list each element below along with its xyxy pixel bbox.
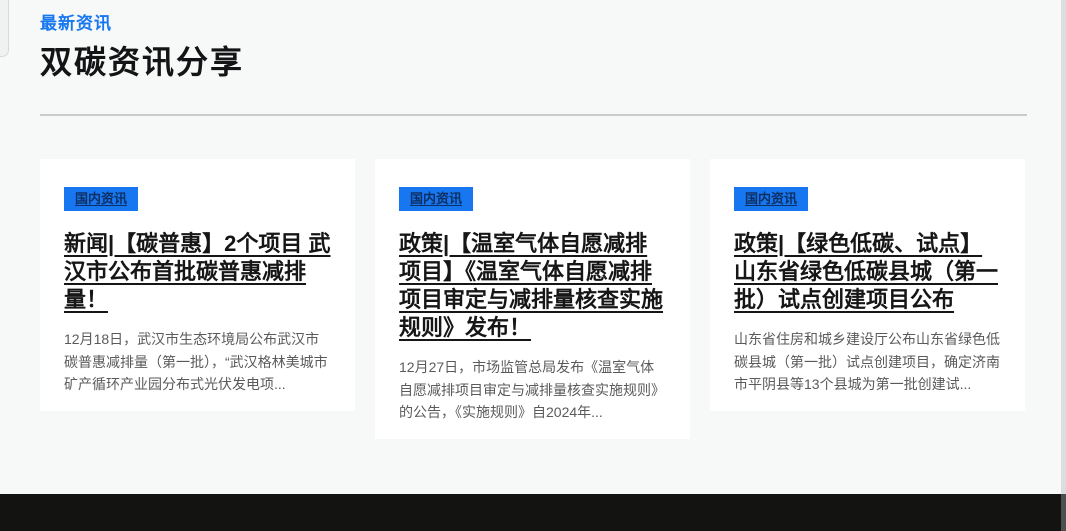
category-badge[interactable]: 国内资讯 [734, 187, 808, 211]
corner-scrollbar-artifact [0, 0, 9, 57]
article-excerpt: 山东省住房和城乡建设厅公布山东省绿色低碳县城（第一批）试点创建项目，确定济南市平… [734, 328, 1001, 396]
category-badge[interactable]: 国内资讯 [64, 187, 138, 211]
article-excerpt: 12月18日，武汉市生态环境局公布武汉市碳普惠减排量（第一批），“武汉格林美城市… [64, 328, 331, 396]
article-title-link[interactable]: 政策|【温室气体自愿减排项目】《温室气体自愿减排项目审定与减排量核查实施规则》发… [399, 230, 666, 342]
news-section-page: 最新资讯 双碳资讯分享 国内资讯 新闻|【碳普惠】2个项目 武汉市公布首批碳普惠… [0, 0, 1066, 531]
category-badge[interactable]: 国内资讯 [399, 187, 473, 211]
section-eyebrow: 最新资讯 [40, 0, 1027, 34]
vertical-scrollbar[interactable] [1061, 0, 1066, 531]
news-card-list: 国内资讯 新闻|【碳普惠】2个项目 武汉市公布首批碳普惠减排量！ 12月18日，… [40, 159, 1027, 439]
article-title-link[interactable]: 新闻|【碳普惠】2个项目 武汉市公布首批碳普惠减排量！ [64, 230, 331, 314]
footer-bar [0, 494, 1066, 531]
news-card[interactable]: 国内资讯 政策|【绿色低碳、试点】 山东省绿色低碳县城（第一批）试点创建项目公布… [710, 159, 1025, 411]
page-title: 双碳资讯分享 [40, 37, 1027, 83]
news-card[interactable]: 国内资讯 政策|【温室气体自愿减排项目】《温室气体自愿减排项目审定与减排量核查实… [375, 159, 690, 439]
article-title-link[interactable]: 政策|【绿色低碳、试点】 山东省绿色低碳县城（第一批）试点创建项目公布 [734, 230, 1001, 314]
news-card[interactable]: 国内资讯 新闻|【碳普惠】2个项目 武汉市公布首批碳普惠减排量！ 12月18日，… [40, 159, 355, 411]
article-excerpt: 12月27日，市场监管总局发布《温室气体自愿减排项目审定与减排量核查实施规则》的… [399, 356, 666, 424]
section-divider [40, 114, 1027, 116]
section-content: 最新资讯 双碳资讯分享 国内资讯 新闻|【碳普惠】2个项目 武汉市公布首批碳普惠… [40, 0, 1027, 439]
